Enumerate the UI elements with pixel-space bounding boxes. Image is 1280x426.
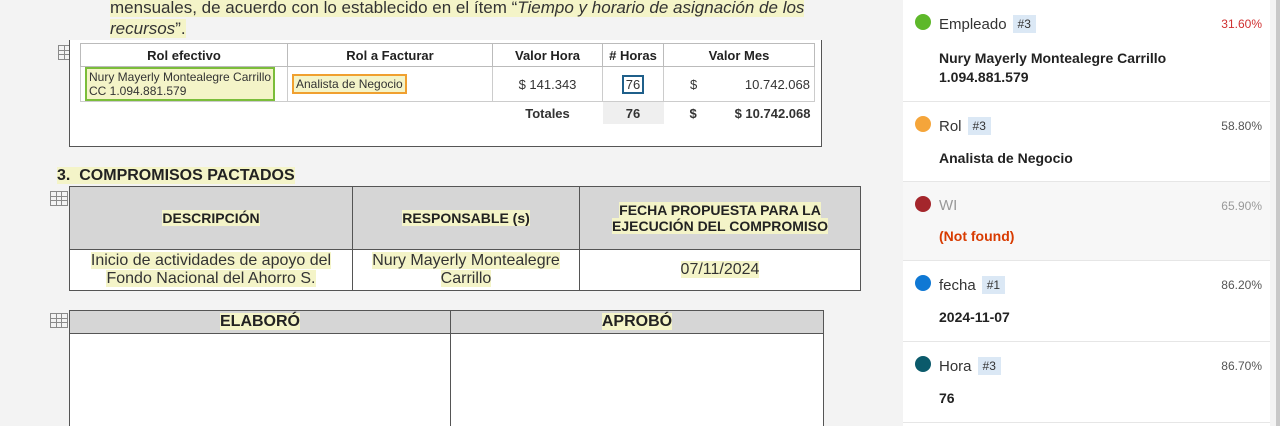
field-badge: #3 [967,117,991,135]
employee-highlight[interactable]: Nury Mayerly Montealegre Carrillo CC 1.09… [85,67,276,101]
field-card-fecha[interactable]: fecha #1 86.20% 2024-11-07 [903,261,1270,342]
cell-hour-value: $ 141.343 [492,66,603,102]
field-badge: #3 [1012,15,1036,33]
fields-panel: Empleado #3 31.60% Nury Mayerly Montealeg… [894,0,1280,426]
field-name: fecha [939,277,976,294]
field-badge: #1 [981,276,1006,294]
intro-line1-italic: Tiempo y horario de asignación de los [517,0,805,17]
field-confidence: 65.90% [1221,199,1262,213]
field-confidence: 31.60% [1221,17,1262,31]
cell-hours: 76 [602,66,664,102]
totals-hours: 76 [602,101,664,124]
table-icon[interactable] [50,191,68,206]
color-dot [915,116,931,132]
col-descripcion: DESCRIPCIÓN [69,186,353,250]
field-list: Empleado #3 31.60% Nury Mayerly Montealeg… [903,0,1270,426]
totals-value: $ $ 10.742.068 [689,105,811,121]
cell-role: Analista de Negocio [287,66,493,102]
intro-line2-italic: recursos [110,19,176,38]
scrollbar[interactable] [1276,0,1280,426]
field-card-wi[interactable]: WI 65.90% (Not found) [903,182,1270,261]
signature-elaboro [69,333,451,426]
cell-date: 07/11/2024 [579,249,861,291]
field-confidence: 58.80% [1221,119,1262,133]
cell-month-value: $10.742.068 [663,66,815,102]
col-rol-facturar: Rol a Facturar [287,43,493,67]
field-value: Analista de Negocio [939,150,1073,166]
field-name: WI [939,197,958,214]
document-viewer: mensuales, de acuerdo con lo establecido… [0,0,894,426]
commitments-table: DESCRIPCIÓN RESPONSABLE (s) FECHA PROPUE… [69,186,861,291]
cell-description: Inicio de actividades de apoyo del Fondo… [69,249,353,291]
intro-line1: mensuales, de acuerdo con lo establecido… [110,0,518,17]
field-value: Nury Mayerly Montealegre Carrillo 1.094.8… [939,50,1167,85]
intro-line2-end: ”. [175,19,186,38]
signatures-table: ELABORÓ APROBÓ [69,310,824,426]
table-icon[interactable] [50,313,68,328]
color-dot [915,14,931,30]
field-badge: #3 [977,357,1001,375]
col-fecha: FECHA PROPUESTA PARA LA EJECUCIÓN DEL CO… [579,186,861,250]
role-highlight[interactable]: Analista de Negocio [292,74,407,94]
col-elaboro: ELABORÓ [69,310,451,334]
field-name: Rol [939,118,962,135]
field-card-rol[interactable]: Rol #3 58.80% Analista de Negocio [903,102,1270,182]
color-dot [915,196,931,212]
cell-employee: Nury Mayerly Montealegre Carrillo CC 1.09… [80,66,288,102]
field-card-empleado[interactable]: Empleado #3 31.60% Nury Mayerly Montealeg… [903,0,1270,102]
signature-aprobo [450,333,824,426]
field-confidence: 86.20% [1221,278,1262,292]
field-value: 76 [939,390,955,406]
field-value-not-found: (Not found) [939,228,1015,244]
totals-label: Totales [525,105,570,121]
field-value: 2024-11-07 [939,309,1010,325]
col-responsable: RESPONSABLE (s) [352,186,580,250]
intro-text: mensuales, de acuerdo con lo establecido… [110,0,805,39]
cell-responsible: Nury Mayerly Montealegre Carrillo [352,249,580,291]
col-horas: # Horas [602,43,664,67]
section-title: 3. COMPROMISOS PACTADOS [57,167,295,184]
hours-highlight[interactable]: 76 [621,74,645,94]
col-valor-hora: Valor Hora [492,43,603,67]
field-card-hora[interactable]: Hora #3 86.70% 76 [903,342,1270,423]
col-rol-efectivo: Rol efectivo [80,43,288,67]
color-dot [915,275,931,291]
col-aprobo: APROBÓ [450,310,824,334]
col-valor-mes: Valor Mes [663,43,815,67]
field-name: Hora [939,358,972,375]
color-dot [915,356,931,372]
field-name: Empleado [939,16,1007,33]
field-confidence: 86.70% [1221,359,1262,373]
billing-table: Rol efectivo Rol a Facturar Valor Hora #… [80,43,815,124]
